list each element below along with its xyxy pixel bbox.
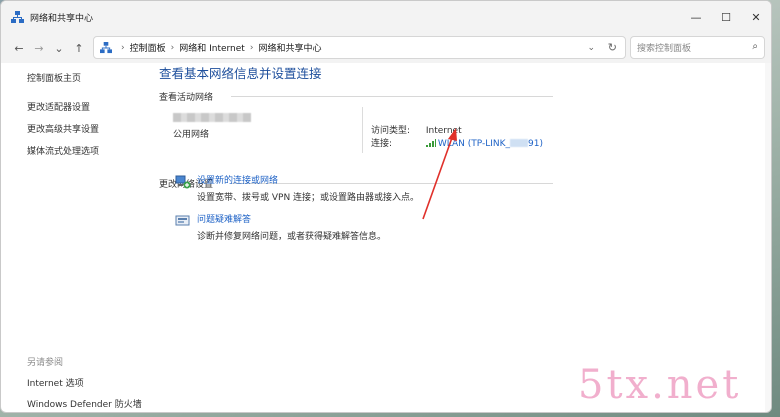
divider [362,107,363,153]
connection-name-suffix: 91) [528,139,544,149]
sidebar-item-media-streaming[interactable]: 媒体流式处理选项 [27,144,147,157]
new-connection-link[interactable]: 设置新的连接或网络 [197,173,419,186]
scrollbar[interactable] [765,63,771,412]
sidebar: 控制面板主页 更改适配器设置 更改高级共享设置 媒体流式处理选项 [27,71,147,166]
breadcrumb-separator: › [170,42,175,53]
see-also-header: 另请参阅 [27,358,64,368]
connections-label: 连接: [371,139,393,149]
see-also-internet-options[interactable]: Internet 选项 [27,376,142,389]
sidebar-item-home[interactable]: 控制面板主页 [27,71,147,84]
back-button[interactable]: ← [9,42,29,55]
content-area: 控制面板主页 更改适配器设置 更改高级共享设置 媒体流式处理选项 另请参阅 In… [1,63,771,412]
wifi-signal-icon [425,139,436,147]
search-box[interactable]: 搜索控制面板 ⌕ [630,36,765,59]
search-placeholder: 搜索控制面板 [637,44,692,54]
window-title: 网络和共享中心 [30,13,94,24]
search-icon[interactable]: ⌕ [752,41,758,52]
troubleshoot-icon [175,215,190,226]
page-title: 查看基本网络信息并设置连接 [159,66,322,81]
connection-name-prefix: WLAN (TP-LINK_ [437,139,511,149]
troubleshoot-link[interactable]: 问题疑难解答 [197,212,386,225]
main-panel: 查看基本网络信息并设置连接 查看活动网络 公用网络 访问类型: Internet… [159,63,559,242]
access-type-value: Internet [425,126,462,136]
up-button[interactable]: ↑ [69,42,89,55]
address-bar[interactable]: › 控制面板 › 网络和 Internet › 网络和共享中心 ⌄ ↻ [93,36,626,59]
troubleshoot-description: 诊断并修复网络问题，或者获得疑难解答信息。 [197,232,387,242]
task-troubleshoot: 问题疑难解答 诊断并修复网络问题，或者获得疑难解答信息。 [175,212,386,242]
watermark: 5tx.net [578,362,742,408]
new-connection-description: 设置宽带、拨号或 VPN 连接；或设置路由器或接入点。 [197,193,420,203]
task-new-connection: 设置新的连接或网络 设置宽带、拨号或 VPN 连接；或设置路由器或接入点。 [175,173,419,203]
title-bar: 网络和共享中心 — ☐ ✕ [1,1,771,33]
window-controls: — ☐ ✕ [681,1,771,33]
active-networks-header: 查看活动网络 [159,90,559,103]
minimize-button[interactable]: — [681,1,711,33]
refresh-button[interactable]: ↻ [608,41,617,54]
sidebar-item-advanced-sharing[interactable]: 更改高级共享设置 [27,122,147,135]
network-icon [100,41,112,53]
new-connection-icon [175,175,191,189]
recent-locations-button[interactable]: ⌄ [49,42,69,55]
network-name-redacted [173,113,251,122]
network-app-icon [11,10,24,23]
breadcrumb-item[interactable]: 控制面板 [130,41,166,54]
breadcrumb-separator: › [121,42,125,53]
breadcrumb-separator: › [249,42,254,53]
connection-row: 连接: WLAN (TP-LINK_ 91) [371,136,543,149]
chevron-down-icon[interactable]: ⌄ [587,43,595,53]
access-type-label: 访问类型: [371,126,411,136]
divider [231,96,553,97]
active-network-block: 公用网络 访问类型: Internet 连接: WLAN (TP-LINK_ 9… [159,103,559,171]
sidebar-item-adapter-settings[interactable]: 更改适配器设置 [27,100,147,113]
network-sharing-center-window: 网络和共享中心 — ☐ ✕ ← → ⌄ ↑ › 控制面板 › 网络和 Inter… [0,0,772,413]
see-also-section: 另请参阅 Internet 选项 Windows Defender 防火墙 [27,355,142,412]
forward-button[interactable]: → [29,42,49,55]
close-button[interactable]: ✕ [741,1,771,33]
active-networks-label: 查看活动网络 [159,93,214,103]
wlan-connection-link[interactable]: WLAN (TP-LINK_ 91) [425,139,544,149]
maximize-button[interactable]: ☐ [711,1,741,33]
breadcrumb-item[interactable]: 网络和共享中心 [258,41,321,54]
network-type: 公用网络 [173,130,210,140]
breadcrumb-item[interactable]: 网络和 Internet [179,41,245,54]
see-also-defender-firewall[interactable]: Windows Defender 防火墙 [27,397,142,410]
navigation-bar: ← → ⌄ ↑ › 控制面板 › 网络和 Internet › 网络和共享中心 … [1,33,771,63]
connection-name-redacted [510,139,529,147]
access-type-row: 访问类型: Internet [371,123,462,136]
